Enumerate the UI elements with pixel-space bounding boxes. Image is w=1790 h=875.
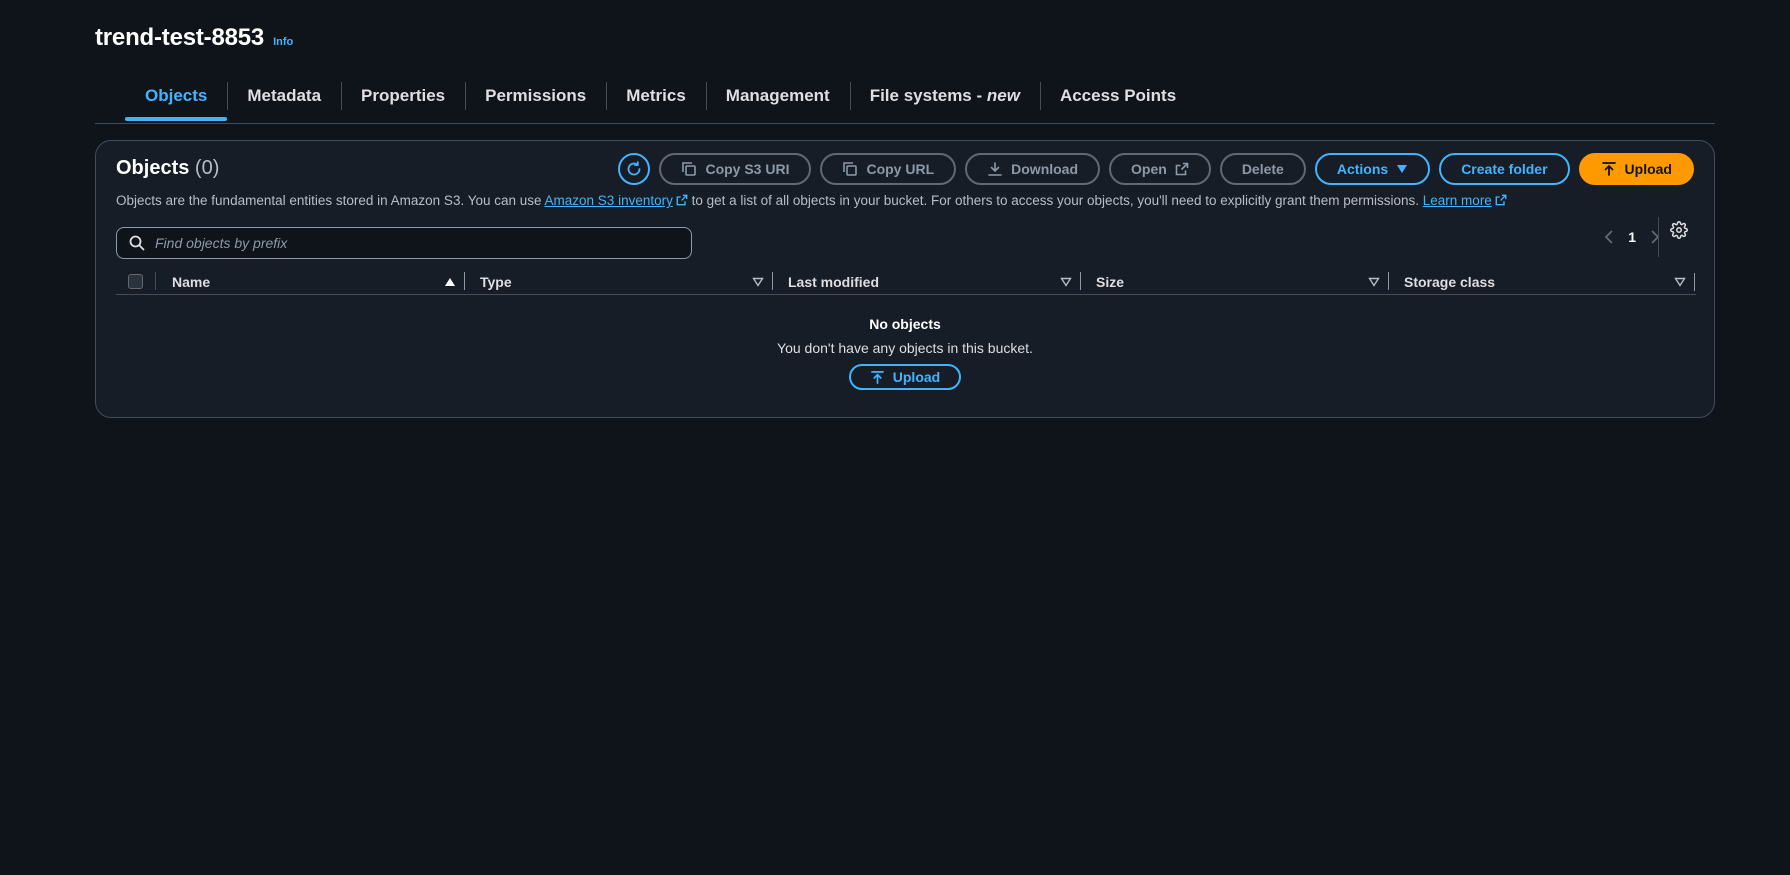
delete-label: Delete xyxy=(1241,161,1284,177)
column-end-divider xyxy=(1694,272,1695,291)
objects-title: Objects xyxy=(116,157,190,179)
upload-button[interactable]: Upload xyxy=(1578,153,1694,185)
search-icon xyxy=(129,235,145,251)
learn-more-label: Learn more xyxy=(1422,193,1492,208)
upload-label: Upload xyxy=(1624,161,1672,177)
learn-more-link[interactable]: Learn more xyxy=(1423,193,1492,208)
tab-metrics[interactable]: Metrics xyxy=(606,78,706,124)
column-size-label: Size xyxy=(1096,273,1125,290)
info-link[interactable]: Info xyxy=(273,36,293,48)
caret-down-icon xyxy=(1397,165,1408,173)
select-all-checkbox[interactable] xyxy=(128,274,143,289)
sort-ascending-icon xyxy=(445,277,455,286)
copy-icon xyxy=(682,162,697,176)
refresh-icon xyxy=(628,161,641,176)
column-header-name[interactable]: Name xyxy=(156,269,464,295)
tab-file-systems[interactable]: File systems - new xyxy=(849,78,1040,124)
description-text-middle: to get a list of all objects in your buc… xyxy=(687,193,1423,208)
open-label: Open xyxy=(1131,161,1167,177)
pagination: 1 xyxy=(1604,229,1660,245)
objects-container: Objects (0) Copy S3 URI Copy URL Downloa… xyxy=(95,140,1715,418)
sort-icon xyxy=(1060,277,1072,287)
sort-icon xyxy=(1368,277,1380,287)
column-type-label: Type xyxy=(480,273,512,290)
search-box xyxy=(116,227,692,259)
objects-description: Objects are the fundamental entities sto… xyxy=(116,193,1507,208)
refresh-button[interactable] xyxy=(618,153,651,185)
tab-file-systems-label: File systems xyxy=(869,86,972,105)
actions-dropdown[interactable]: Actions xyxy=(1314,153,1431,185)
objects-toolbar: Copy S3 URI Copy URL Download Open Delet… xyxy=(618,153,1694,185)
previous-page-button[interactable] xyxy=(1604,230,1614,244)
description-text-before: Objects are the fundamental entities sto… xyxy=(116,193,545,208)
empty-state-message: You don't have any objects in this bucke… xyxy=(777,340,1033,356)
create-folder-label: Create folder xyxy=(1461,161,1548,177)
download-icon xyxy=(988,162,1002,176)
column-last-modified-label: Last modified xyxy=(788,273,880,290)
inventory-link[interactable]: Amazon S3 inventory xyxy=(545,193,673,208)
gear-icon xyxy=(1670,221,1688,239)
empty-state-title: No objects xyxy=(869,316,941,332)
empty-state: No objects You don't have any objects in… xyxy=(96,316,1714,390)
inventory-link-label: Amazon S3 inventory xyxy=(544,193,673,208)
upload-icon xyxy=(870,370,884,384)
tab-management[interactable]: Management xyxy=(705,78,850,124)
empty-upload-label: Upload xyxy=(892,369,941,385)
external-link-icon xyxy=(1175,162,1189,176)
column-name-label: Name xyxy=(172,273,211,290)
upload-icon xyxy=(1601,162,1616,176)
bucket-tabs: Objects Metadata Properties Permissions … xyxy=(95,78,1715,124)
external-link-icon xyxy=(676,194,688,206)
chevron-left-icon xyxy=(1604,230,1613,244)
copy-url-button[interactable]: Copy URL xyxy=(820,153,957,185)
column-header-last-modified[interactable]: Last modified xyxy=(772,269,1080,295)
bucket-header: trend-test-8853 Info xyxy=(95,24,293,52)
copy-url-label: Copy URL xyxy=(866,161,935,177)
tab-access-points[interactable]: Access Points xyxy=(1039,78,1196,124)
download-button[interactable]: Download xyxy=(965,153,1101,185)
column-header-type[interactable]: Type xyxy=(464,269,772,295)
toolbar-divider xyxy=(1658,217,1659,257)
search-input[interactable] xyxy=(155,235,691,251)
objects-heading: Objects (0) xyxy=(116,157,219,180)
current-page[interactable]: 1 xyxy=(1628,229,1636,245)
preferences-button[interactable] xyxy=(1670,221,1688,244)
delete-button[interactable]: Delete xyxy=(1219,153,1306,185)
select-all-cell xyxy=(116,269,156,295)
tab-permissions[interactable]: Permissions xyxy=(465,78,606,124)
sort-icon xyxy=(752,277,764,287)
open-button[interactable]: Open xyxy=(1109,153,1211,185)
tab-properties[interactable]: Properties xyxy=(341,78,465,124)
tab-file-systems-dash: - xyxy=(971,86,987,105)
actions-label: Actions xyxy=(1336,161,1389,177)
copy-icon xyxy=(843,162,858,176)
column-header-size[interactable]: Size xyxy=(1080,269,1388,295)
copy-s3-uri-label: Copy S3 URI xyxy=(705,161,790,177)
sort-icon xyxy=(1674,277,1686,287)
tab-metadata[interactable]: Metadata xyxy=(227,78,341,124)
s3-bucket-page: trend-test-8853 Info Objects Metadata Pr… xyxy=(0,0,1790,875)
empty-upload-button[interactable]: Upload xyxy=(849,364,961,390)
objects-count: (0) xyxy=(194,157,220,179)
column-header-storage-class[interactable]: Storage class xyxy=(1388,269,1694,295)
create-folder-button[interactable]: Create folder xyxy=(1439,153,1570,185)
bucket-title: trend-test-8853 xyxy=(95,24,265,51)
external-link-icon xyxy=(1495,194,1507,206)
copy-s3-uri-button[interactable]: Copy S3 URI xyxy=(659,153,812,185)
tab-new-badge: new xyxy=(986,86,1020,105)
objects-table-header: Name Type Last modified Size Storage cla… xyxy=(116,269,1696,295)
download-label: Download xyxy=(1011,161,1079,177)
column-storage-class-label: Storage class xyxy=(1404,273,1496,290)
tab-objects[interactable]: Objects xyxy=(125,78,228,124)
